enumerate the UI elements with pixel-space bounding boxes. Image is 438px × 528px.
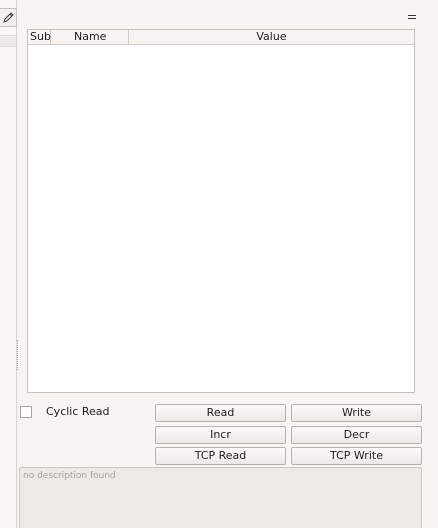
- cyclic-read-checkbox-row[interactable]: Cyclic Read: [20, 405, 110, 418]
- hamburger-icon[interactable]: [408, 15, 416, 21]
- read-button[interactable]: Read: [155, 404, 286, 422]
- left-pane: [0, 0, 17, 528]
- write-button[interactable]: Write: [291, 404, 422, 422]
- edit-button[interactable]: [0, 8, 17, 27]
- description-box[interactable]: no description found: [19, 467, 422, 528]
- object-table[interactable]: Sub Name Value: [27, 29, 415, 393]
- column-header-name[interactable]: Name: [51, 30, 129, 45]
- tcp-write-button[interactable]: TCP Write: [291, 447, 422, 465]
- incr-button[interactable]: Incr: [155, 426, 286, 444]
- tcp-read-button[interactable]: TCP Read: [155, 447, 286, 465]
- description-text: no description found: [23, 471, 116, 481]
- horizontal-splitter-handle[interactable]: [206, 464, 236, 466]
- decr-button[interactable]: Decr: [291, 426, 422, 444]
- selected-row[interactable]: [0, 35, 16, 47]
- column-header-value[interactable]: Value: [129, 30, 414, 45]
- cyclic-read-checkbox[interactable]: [20, 405, 32, 418]
- table-header: Sub Name Value: [28, 30, 414, 45]
- column-header-sub[interactable]: Sub: [28, 30, 51, 45]
- object-dictionary-panel: Sub Name Value Cyclic Read Read Write In…: [0, 0, 438, 528]
- vertical-splitter-handle[interactable]: [17, 340, 19, 370]
- pencil-icon: [3, 12, 14, 23]
- cyclic-read-label: Cyclic Read: [46, 405, 110, 418]
